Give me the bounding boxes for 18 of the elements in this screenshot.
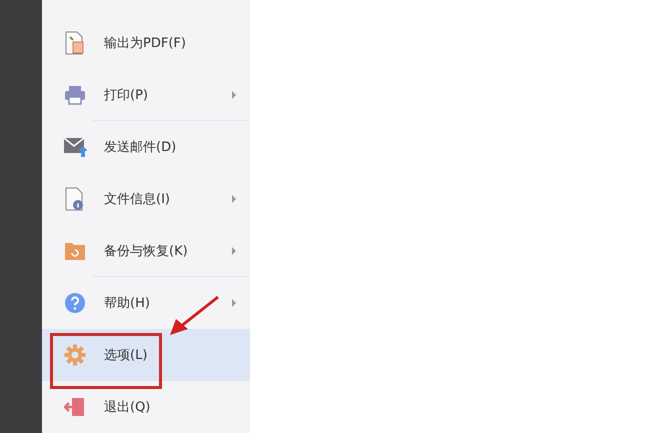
menu-item[interactable]: 退出(Q)	[42, 381, 250, 433]
menu-item[interactable]: 输出为PDF(F)	[42, 17, 250, 69]
printer-icon	[64, 85, 86, 105]
envelope-icon	[63, 136, 87, 158]
menu-item[interactable]: 文件信息(I)	[42, 173, 250, 225]
submenu-arrow-icon	[230, 298, 238, 308]
menu-item[interactable]: 选项(L)	[42, 329, 250, 381]
menu-item[interactable]: 发送邮件(D)	[42, 121, 250, 173]
file-info-icon	[64, 187, 86, 211]
folder-icon	[64, 241, 86, 261]
exit-icon	[64, 396, 86, 418]
pdf-file-icon	[64, 31, 86, 55]
submenu-arrow-icon	[230, 194, 238, 204]
submenu-arrow-icon	[230, 90, 238, 100]
annotation-arrow	[170, 296, 219, 335]
submenu-arrow-icon	[230, 246, 238, 256]
menu-item[interactable]: 帮助(H)	[42, 277, 250, 329]
help-icon	[64, 292, 86, 314]
